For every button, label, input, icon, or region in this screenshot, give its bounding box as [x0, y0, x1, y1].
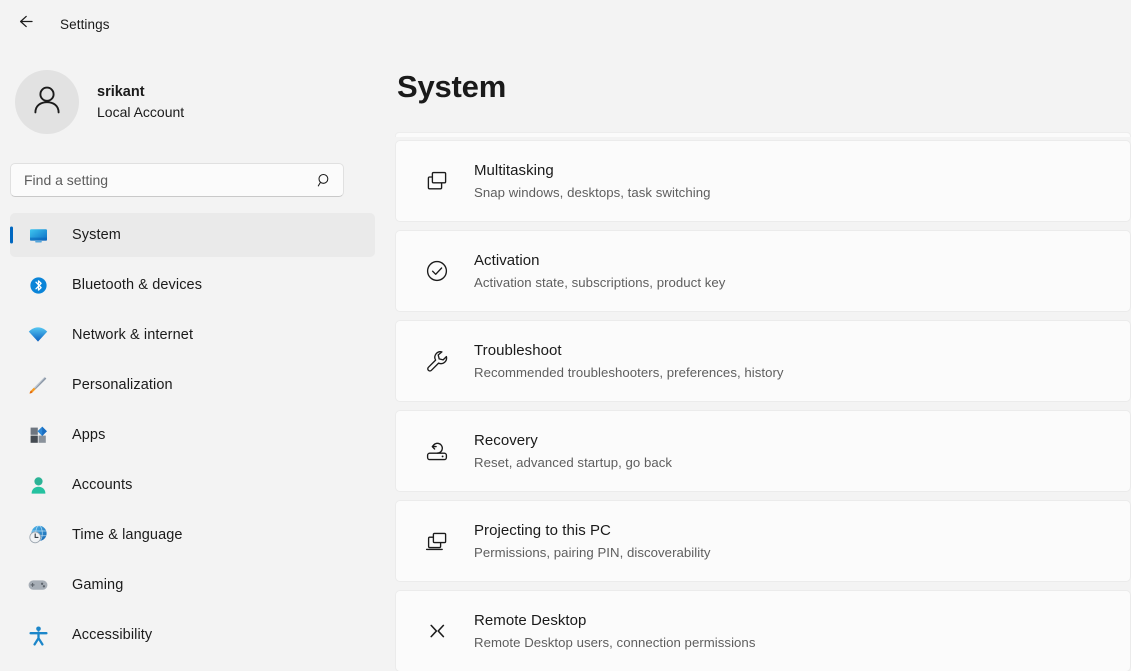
check-circle-icon [416, 257, 458, 285]
sidebar-item-label: System [72, 227, 121, 243]
settings-card-list: Multitasking Snap windows, desktops, tas… [395, 132, 1131, 671]
back-button[interactable] [8, 8, 42, 40]
sidebar-item-accessibility[interactable]: Accessibility [10, 613, 375, 657]
card-subtitle: Activation state, subscriptions, product… [474, 274, 725, 291]
page-title: System [395, 48, 1131, 105]
sidebar-nav: System Bluetooth & devices [10, 213, 375, 657]
account-name: srikant [97, 83, 184, 102]
sidebar-item-label: Accessibility [72, 627, 152, 643]
gamepad-icon [25, 573, 51, 597]
search-box[interactable] [10, 163, 344, 197]
card-subtitle: Snap windows, desktops, task switching [474, 184, 710, 201]
globe-clock-icon [25, 523, 51, 547]
card-subtitle: Recommended troubleshooters, preferences… [474, 364, 784, 381]
sidebar-item-label: Time & language [72, 527, 183, 543]
card-title: Troubleshoot [474, 341, 784, 361]
card-title: Activation [474, 251, 725, 271]
sidebar-item-label: Apps [72, 427, 105, 443]
sidebar-item-system[interactable]: System [10, 213, 375, 257]
sidebar-item-label: Accounts [72, 477, 132, 493]
sidebar-item-label: Gaming [72, 577, 123, 593]
sidebar-item-label: Personalization [72, 377, 173, 393]
settings-card-recovery[interactable]: Recovery Reset, advanced startup, go bac… [395, 410, 1131, 492]
sidebar-item-label: Bluetooth & devices [72, 277, 202, 293]
wifi-icon [25, 323, 51, 347]
window-title: Settings [60, 17, 110, 32]
sidebar-item-personalization[interactable]: Personalization [10, 363, 375, 407]
multitasking-icon [416, 167, 458, 195]
account-type: Local Account [97, 103, 184, 121]
settings-window: Settings srikant Local Account [0, 0, 1131, 671]
paintbrush-icon [25, 373, 51, 397]
remote-desktop-icon [416, 617, 458, 645]
settings-card-remote-desktop[interactable]: Remote Desktop Remote Desktop users, con… [395, 590, 1131, 671]
card-subtitle: Remote Desktop users, connection permiss… [474, 634, 755, 651]
settings-card-projecting[interactable]: Projecting to this PC Permissions, pairi… [395, 500, 1131, 582]
monitor-icon [25, 223, 51, 247]
person-icon [25, 473, 51, 497]
avatar [15, 70, 79, 134]
bluetooth-icon [25, 273, 51, 297]
recovery-drive-icon [416, 437, 458, 465]
settings-card-troubleshoot[interactable]: Troubleshoot Recommended troubleshooters… [395, 320, 1131, 402]
sidebar-item-network-internet[interactable]: Network & internet [10, 313, 375, 357]
card-title: Projecting to this PC [474, 521, 711, 541]
title-bar: Settings [0, 0, 1131, 48]
search-input[interactable] [11, 164, 343, 196]
settings-card-activation[interactable]: Activation Activation state, subscriptio… [395, 230, 1131, 312]
apps-grid-icon [25, 423, 51, 447]
person-avatar-icon [27, 80, 67, 125]
projecting-icon [416, 527, 458, 555]
account-block[interactable]: srikant Local Account [10, 48, 375, 140]
sidebar-item-label: Network & internet [72, 327, 193, 343]
card-title: Remote Desktop [474, 611, 755, 631]
back-arrow-icon [17, 13, 34, 35]
card-title: Recovery [474, 431, 672, 451]
card-partial-above [395, 132, 1131, 137]
sidebar-item-bluetooth-devices[interactable]: Bluetooth & devices [10, 263, 375, 307]
card-title: Multitasking [474, 161, 710, 181]
window-body: srikant Local Account [0, 48, 1131, 671]
sidebar: srikant Local Account [0, 48, 385, 671]
sidebar-item-time-language[interactable]: Time & language [10, 513, 375, 557]
card-subtitle: Permissions, pairing PIN, discoverabilit… [474, 544, 711, 561]
sidebar-item-gaming[interactable]: Gaming [10, 563, 375, 607]
accessibility-icon [25, 623, 51, 647]
sidebar-item-accounts[interactable]: Accounts [10, 463, 375, 507]
sidebar-item-apps[interactable]: Apps [10, 413, 375, 457]
search-icon[interactable] [317, 173, 332, 188]
card-subtitle: Reset, advanced startup, go back [474, 454, 672, 471]
settings-card-multitasking[interactable]: Multitasking Snap windows, desktops, tas… [395, 140, 1131, 222]
main-content: System Multitasking Snap windows, deskto… [385, 48, 1131, 671]
wrench-icon [416, 347, 458, 375]
